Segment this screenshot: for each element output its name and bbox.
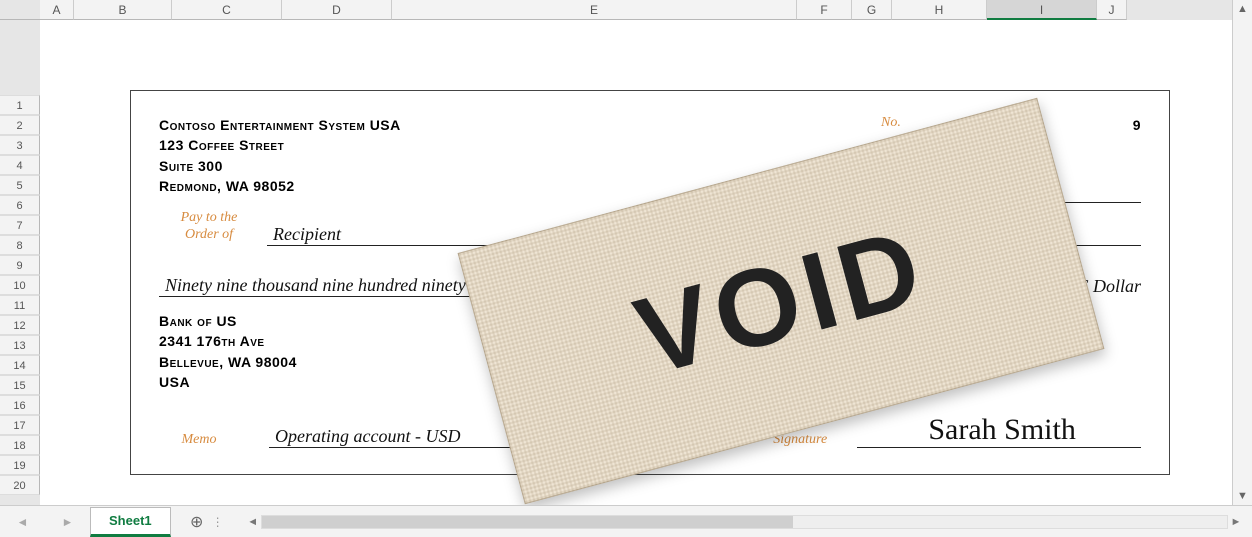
column-header-C[interactable]: C	[172, 0, 282, 20]
date-value: 05/15/2020	[920, 181, 1141, 203]
bank-city: Bellevue, WA 98004	[159, 352, 297, 372]
row-headers: 1234567891011121314151617181920	[0, 95, 40, 495]
tab-splitter-icon[interactable]: ⋮	[211, 515, 225, 529]
row-header-6[interactable]: 6	[0, 195, 40, 215]
row-header-14[interactable]: 14	[0, 355, 40, 375]
check-number-block: No. 9	[881, 115, 1141, 135]
no-label: No.	[881, 115, 901, 135]
sheet-prev-icon[interactable]: ◄	[17, 515, 29, 529]
plus-icon: ⊕	[190, 512, 203, 532]
amount-words: Ninety nine thousand nine hundred ninety…	[159, 275, 1031, 297]
date-label: Date	[881, 187, 908, 203]
row-header-19[interactable]: 19	[0, 455, 40, 475]
sheet-nav-arrows[interactable]: ◄ ►	[0, 515, 90, 529]
column-header-F[interactable]: F	[797, 0, 852, 20]
row-header-17[interactable]: 17	[0, 415, 40, 435]
column-header-G[interactable]: G	[852, 0, 892, 20]
row-header-12[interactable]: 12	[0, 315, 40, 335]
column-header-D[interactable]: D	[282, 0, 392, 20]
no-value: 9	[1133, 115, 1141, 135]
hscroll-track[interactable]	[261, 515, 1228, 529]
select-all-corner[interactable]	[0, 0, 40, 20]
tab-sheet1[interactable]: Sheet1	[90, 507, 171, 537]
amount-words-row: Ninety nine thousand nine hundred ninety…	[159, 275, 1141, 297]
signature-value: Sarah Smith	[857, 413, 1141, 448]
row-header-11[interactable]: 11	[0, 295, 40, 315]
currency-symbol: $	[966, 230, 973, 246]
bank-street: 2341 176th Ave	[159, 331, 297, 351]
row-header-16[interactable]: 16	[0, 395, 40, 415]
column-header-I[interactable]: I	[987, 0, 1097, 20]
row-header-8[interactable]: 8	[0, 235, 40, 255]
tab-sheet1-label: Sheet1	[109, 513, 152, 528]
amount-numeric: 99,999.99	[981, 224, 1141, 246]
row-header-3[interactable]: 3	[0, 135, 40, 155]
payer-suite: Suite 300	[159, 156, 1141, 176]
check-shape: Contoso Entertainment System USA 123 Cof…	[130, 90, 1170, 475]
payto-label-line2: Order of	[159, 227, 259, 244]
horizontal-scrollbar[interactable]: ◄ ►	[245, 513, 1244, 531]
vscroll-track[interactable]	[1233, 18, 1252, 487]
row-header-10[interactable]: 10	[0, 275, 40, 295]
bank-block: Bank of US 2341 176th Ave Bellevue, WA 9…	[159, 311, 297, 392]
memo-value: Operating account - USD	[269, 426, 707, 448]
add-sheet-button[interactable]: ⊕	[183, 508, 211, 536]
row-header-15[interactable]: 15	[0, 375, 40, 395]
scroll-up-icon[interactable]: ▲	[1233, 0, 1252, 18]
hscroll-thumb[interactable]	[262, 516, 793, 528]
row-header-5[interactable]: 5	[0, 175, 40, 195]
payto-row: Pay to the Order of Recipient $ 99,999.9…	[159, 210, 1141, 246]
row-header-2[interactable]: 2	[0, 115, 40, 135]
row-header-1[interactable]: 1	[0, 95, 40, 115]
payto-label-line1: Pay to the	[159, 210, 259, 227]
recipient-value: Recipient	[267, 224, 950, 246]
memo-label: Memo	[159, 432, 239, 448]
row-header-18[interactable]: 18	[0, 435, 40, 455]
column-header-E[interactable]: E	[392, 0, 797, 20]
column-header-B[interactable]: B	[74, 0, 172, 20]
bank-name: Bank of US	[159, 311, 297, 331]
scroll-left-icon[interactable]: ◄	[245, 516, 261, 528]
row-header-13[interactable]: 13	[0, 335, 40, 355]
row-header-9[interactable]: 9	[0, 255, 40, 275]
date-row: Date 05/15/2020	[881, 181, 1141, 203]
row-header-4[interactable]: 4	[0, 155, 40, 175]
payer-street: 123 Coffee Street	[159, 135, 1141, 155]
bank-country: USA	[159, 372, 297, 392]
vertical-scrollbar[interactable]: ▲ ▼	[1232, 0, 1252, 505]
column-headers: ABCDEFGHIJ	[40, 0, 1232, 20]
payto-label: Pay to the Order of	[159, 210, 259, 244]
sheet-next-icon[interactable]: ►	[62, 515, 74, 529]
currency-name: US Dollar	[1031, 276, 1141, 297]
scroll-down-icon[interactable]: ▼	[1233, 487, 1252, 505]
column-header-A[interactable]: A	[40, 0, 74, 20]
column-header-J[interactable]: J	[1097, 0, 1127, 20]
scroll-right-icon[interactable]: ►	[1228, 516, 1244, 528]
signature-label: Signature	[737, 432, 827, 448]
column-header-H[interactable]: H	[892, 0, 987, 20]
row-header-7[interactable]: 7	[0, 215, 40, 235]
row-header-20[interactable]: 20	[0, 475, 40, 495]
worksheet-canvas[interactable]: Contoso Entertainment System USA 123 Cof…	[40, 20, 1232, 505]
memo-signature-row: Memo Operating account - USD Signature S…	[159, 413, 1141, 448]
sheet-tab-bar: ◄ ► Sheet1 ⊕ ⋮ ◄ ►	[0, 505, 1252, 537]
